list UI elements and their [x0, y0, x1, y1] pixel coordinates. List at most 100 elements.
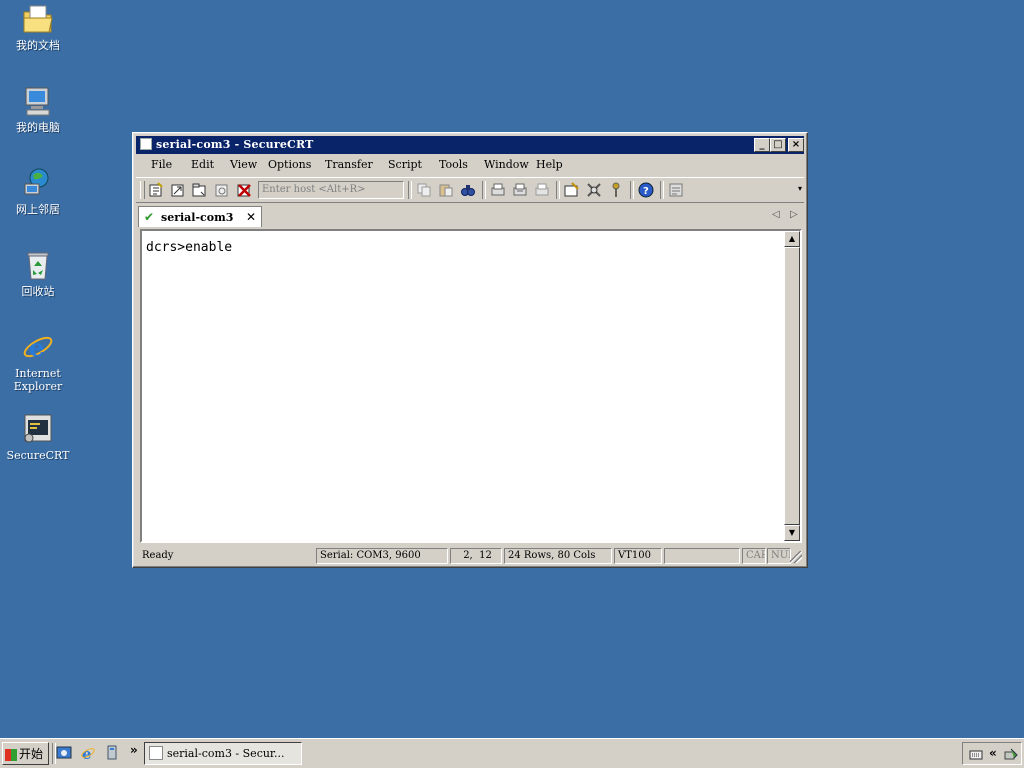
menu-options[interactable]: Options [268, 158, 311, 171]
folder-documents-icon [23, 5, 53, 33]
desktop-icon-label: 回收站 [21, 285, 55, 298]
print-screen-icon[interactable] [490, 182, 506, 198]
desktop-icon-label: Internet Explorer [13, 367, 63, 393]
toolbar: Enter host <Alt+R> ? ▾ [136, 177, 804, 203]
toolbar-grip[interactable] [140, 181, 145, 199]
tab-scroll-left-icon[interactable]: ◁ [772, 209, 780, 220]
desktop-icon-my-documents[interactable]: 我的文档 [0, 2, 76, 52]
paste-icon[interactable] [438, 182, 454, 198]
keymap-icon[interactable] [608, 182, 624, 198]
desktop-icon-securecrt[interactable]: SecureCRT [0, 412, 76, 462]
start-label: 开始 [19, 747, 44, 761]
securecrt-task-icon [149, 746, 163, 760]
my-computer-icon [25, 87, 50, 116]
window-title: serial-com3 - SecureCRT [156, 138, 314, 151]
session-tab-row: ✔ serial-com3 ✕ ◁ ▷ [136, 205, 804, 227]
scroll-thumb[interactable] [784, 247, 800, 525]
desktop-icon-label: SecureCRT [6, 449, 70, 462]
windows-flag-icon [5, 748, 17, 761]
help-icon[interactable]: ? [638, 182, 654, 198]
desktop-icon-label: 网上邻居 [16, 203, 60, 216]
desktop-icon-label: 我的电脑 [16, 121, 60, 134]
taskbar: 开始 e » serial-com3 - Secur... « [0, 738, 1024, 768]
terminal-area[interactable]: dcrs>enable ▲ ▼ [140, 229, 802, 543]
securecrt-icon [24, 414, 52, 443]
minimize-button[interactable]: _ [754, 138, 770, 152]
internet-explorer-quicklaunch-icon[interactable]: e [80, 745, 96, 761]
connect-icon[interactable] [148, 182, 164, 198]
task-label: serial-com3 - Secur... [167, 747, 285, 760]
menu-view[interactable]: View [230, 158, 257, 171]
copy-icon[interactable] [416, 182, 432, 198]
maximize-button[interactable]: □ [770, 138, 786, 152]
desktop-icon-my-computer[interactable]: 我的电脑 [0, 84, 76, 134]
terminal-line: dcrs>enable [146, 240, 233, 255]
securecrt-window: serial-com3 - SecureCRT _ □ × File Edit … [132, 132, 808, 568]
host-input[interactable]: Enter host <Alt+R> [258, 181, 404, 199]
tray-expand-icon[interactable]: « [989, 746, 997, 760]
desktop-icon-recycle-bin[interactable]: 回收站 [0, 248, 76, 298]
scroll-up-icon[interactable]: ▲ [784, 231, 800, 247]
desktop-icon-label: 我的文档 [16, 39, 60, 52]
taskbar-button-securecrt[interactable]: serial-com3 - Secur... [144, 742, 302, 765]
print-icon[interactable] [534, 182, 550, 198]
status-emulation: VT100 [614, 548, 662, 564]
disconnect-icon[interactable] [236, 182, 252, 198]
network-icon [24, 168, 49, 195]
find-icon[interactable] [460, 182, 476, 198]
menu-window[interactable]: Window [484, 158, 529, 171]
status-cap: CAP [742, 548, 766, 564]
svg-text:?: ? [643, 186, 649, 197]
menu-script[interactable]: Script [388, 158, 422, 171]
tab-scroll-right-icon[interactable]: ▷ [790, 209, 798, 220]
app-icon[interactable] [140, 138, 152, 150]
session-options-icon[interactable] [564, 182, 580, 198]
tab-label: serial-com3 [161, 211, 234, 224]
menu-tools[interactable]: Tools [439, 158, 468, 171]
desktop-icon-network[interactable]: 网上邻居 [0, 166, 76, 216]
status-cursor: 2, 12 [450, 548, 502, 564]
quicklaunch-more[interactable]: » [130, 743, 138, 757]
toolbar-separator [660, 181, 664, 199]
status-empty-field [664, 548, 740, 564]
show-desktop-icon[interactable] [56, 745, 72, 761]
toolbar-overflow-icon[interactable]: ▾ [798, 184, 802, 193]
menu-bar: File Edit View Options Transfer Script T… [136, 156, 804, 174]
scroll-down-icon[interactable]: ▼ [784, 525, 800, 541]
internet-explorer-icon: e [23, 333, 53, 362]
menu-file[interactable]: File [151, 158, 172, 171]
toolbar-separator [482, 181, 486, 199]
tab-close-icon[interactable]: ✕ [246, 210, 256, 224]
title-bar[interactable]: serial-com3 - SecureCRT _ □ × [136, 136, 804, 154]
status-bar: Ready Serial: COM3, 9600 2, 12 24 Rows, … [136, 547, 804, 565]
recycle-bin-icon [27, 252, 49, 280]
server-manager-icon[interactable] [104, 745, 120, 761]
start-button[interactable]: 开始 [2, 742, 49, 765]
status-size: 24 Rows, 80 Cols [504, 548, 612, 564]
reconnect-icon[interactable] [214, 182, 230, 198]
menu-transfer[interactable]: Transfer [325, 158, 373, 171]
log-session-icon[interactable] [668, 182, 684, 198]
toolbar-separator [556, 181, 560, 199]
close-button[interactable]: × [788, 138, 804, 152]
network-tray-icon[interactable] [1003, 746, 1019, 762]
quick-connect-icon[interactable] [170, 182, 186, 198]
print-selection-icon[interactable] [512, 182, 528, 198]
toolbar-separator [408, 181, 412, 199]
vertical-scrollbar[interactable]: ▲ ▼ [784, 231, 800, 541]
connected-check-icon: ✔ [144, 210, 155, 224]
desktop-icon-internet-explorer[interactable]: e Internet Explorer [0, 330, 76, 393]
svg-text:e: e [29, 333, 44, 362]
keyboard-icon[interactable] [969, 747, 983, 761]
status-ready: Ready [142, 550, 174, 561]
connect-tab-icon[interactable] [192, 182, 208, 198]
toolbar-separator [630, 181, 634, 199]
status-num: NUM [767, 548, 791, 564]
menu-edit[interactable]: Edit [191, 158, 214, 171]
resize-grip[interactable] [790, 551, 802, 563]
global-options-icon[interactable] [586, 182, 602, 198]
menu-help[interactable]: Help [536, 158, 563, 171]
tab-serial-com3[interactable]: ✔ serial-com3 ✕ [138, 206, 262, 227]
system-tray: « [962, 742, 1022, 765]
status-serial: Serial: COM3, 9600 [316, 548, 448, 564]
